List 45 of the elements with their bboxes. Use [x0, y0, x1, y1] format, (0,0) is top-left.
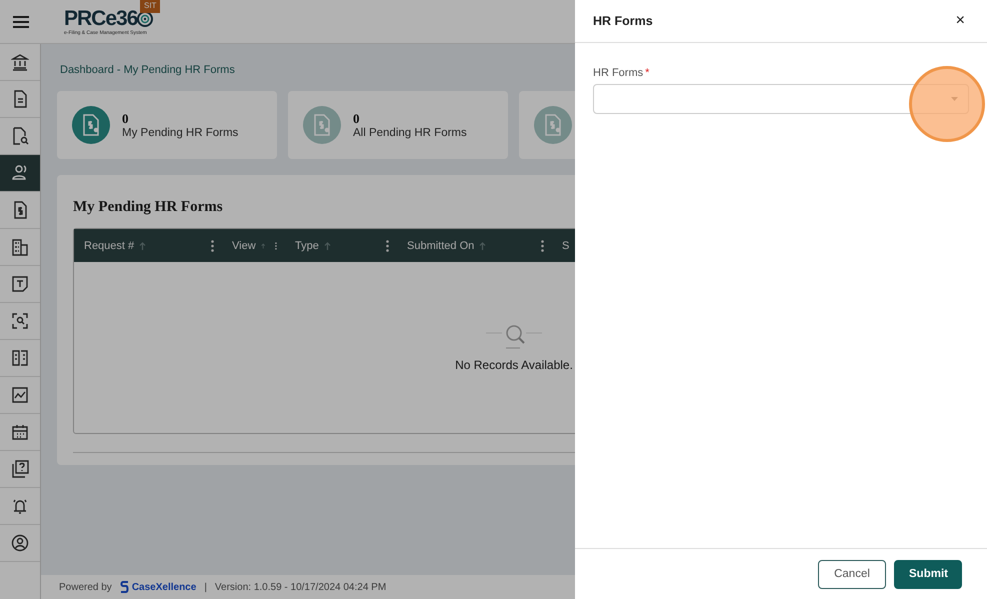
users-icon: [11, 164, 29, 182]
document-search-icon: [11, 127, 29, 145]
help-icon: [11, 460, 29, 478]
note-icon: [11, 275, 29, 293]
field-label: HR Forms *: [593, 67, 650, 79]
scan-search-icon: [11, 312, 29, 330]
building-icon: [11, 238, 29, 256]
user-circle-icon: [11, 534, 29, 552]
book-icon: [11, 349, 29, 367]
column-header[interactable]: Type: [295, 240, 319, 252]
no-records-icon: [484, 324, 544, 350]
column-header[interactable]: Request #: [84, 240, 134, 252]
stat-card[interactable]: 0 All Pending HR Forms: [288, 91, 508, 159]
environment-badge: SIT: [140, 0, 160, 13]
version-text: Version: 1.0.59 - 10/17/2024 04:24 PM: [214, 582, 386, 592]
footer-separator: |: [204, 582, 207, 592]
column-menu-icon[interactable]: [386, 240, 389, 252]
empty-message: No Records Available.: [455, 358, 573, 372]
bell-icon: [11, 497, 29, 515]
calendar-icon: [11, 423, 29, 441]
stat-label: All Pending HR Forms: [353, 127, 467, 139]
chart-icon: [11, 386, 29, 404]
stat-count: 0: [122, 111, 130, 127]
column-menu-icon[interactable]: [211, 240, 214, 252]
logo-text: PRCe36: [64, 8, 138, 30]
stat-count: 0: [353, 111, 360, 127]
sidebar-item[interactable]: [0, 155, 40, 192]
table-title: My Pending HR Forms: [73, 199, 224, 216]
cancel-button[interactable]: Cancel: [818, 560, 886, 588]
target-icon: [137, 10, 154, 26]
drawer-title: HR Forms: [593, 14, 653, 28]
brand-icon: [120, 581, 129, 593]
column-header[interactable]: View: [232, 240, 256, 252]
bank-icon: [11, 53, 29, 71]
close-button[interactable]: ×: [952, 12, 969, 30]
powered-by-text: Powered by: [59, 582, 112, 592]
column-menu-icon[interactable]: [541, 240, 544, 252]
submit-button[interactable]: Submit: [894, 560, 962, 588]
column-header[interactable]: Submitted On: [407, 240, 474, 252]
stat-card[interactable]: 0 My Pending HR Forms: [57, 91, 277, 159]
breadcrumb[interactable]: Dashboard - My Pending HR Forms: [60, 64, 235, 76]
stat-label: My Pending HR Forms: [122, 127, 238, 139]
column-header[interactable]: S: [562, 240, 570, 252]
menu-icon[interactable]: [13, 16, 29, 28]
brand-name: CaseXellence: [132, 582, 196, 592]
